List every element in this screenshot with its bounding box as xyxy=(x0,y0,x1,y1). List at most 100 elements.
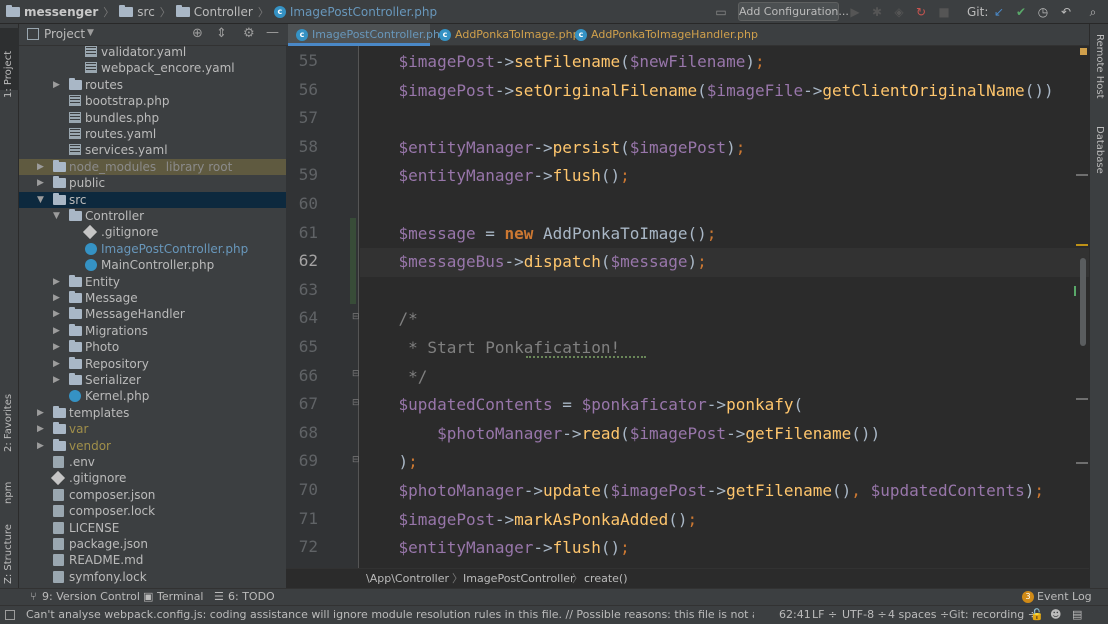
tree-item[interactable]: services.yaml xyxy=(19,142,286,158)
breadcrumb-item-src[interactable]: src xyxy=(137,5,155,19)
chevron-down-icon[interactable]: ▼ xyxy=(87,28,94,38)
coverage-icon[interactable]: ◈ xyxy=(892,5,906,19)
indent-setting[interactable]: 4 spaces ÷ xyxy=(888,606,949,624)
chevron-right-icon[interactable]: ▶ xyxy=(37,405,47,421)
git-update-icon[interactable]: ↙ xyxy=(992,5,1006,19)
tab-todo[interactable]: 6: TODO xyxy=(228,589,275,605)
tree-item[interactable]: .gitignore xyxy=(19,470,286,486)
inspector-icon[interactable]: ☻ xyxy=(1050,606,1061,624)
tree-item[interactable]: ▶ node_modules library root xyxy=(19,158,286,176)
breadcrumb-item-file[interactable]: ImagePostController.php xyxy=(290,5,437,19)
tree-item[interactable]: ▶ templates xyxy=(19,405,286,421)
code-line[interactable]: */ xyxy=(360,363,1089,392)
gear-icon[interactable]: ⚙ xyxy=(243,26,255,41)
line-separator[interactable]: LF ÷ xyxy=(812,606,837,624)
chevron-right-icon[interactable]: ▶ xyxy=(37,175,47,191)
caret-position[interactable]: 62:41 xyxy=(779,606,811,624)
code-editor[interactable]: $imagePost->setFilename($newFilename); $… xyxy=(360,46,1089,568)
tree-item[interactable]: ▶ MessageHandler xyxy=(19,306,286,322)
window-icon[interactable]: ▭ xyxy=(714,5,728,19)
error-stripe-mark[interactable] xyxy=(1076,462,1088,464)
tree-item[interactable]: ▼ src xyxy=(19,191,286,208)
hide-icon[interactable]: — xyxy=(266,25,279,40)
toggle-tool-windows-icon[interactable] xyxy=(5,610,15,620)
fold-icon[interactable]: ⊟ xyxy=(352,455,360,465)
tree-item[interactable]: .env xyxy=(19,454,286,470)
tree-item[interactable]: ▶ var xyxy=(19,421,286,437)
code-line[interactable] xyxy=(360,277,1089,306)
code-line[interactable]: * Start Ponkafication! xyxy=(360,334,1089,363)
tree-item[interactable]: ImagePostController.php xyxy=(19,241,286,257)
code-line[interactable]: ); xyxy=(360,448,1089,477)
tree-item[interactable]: ▶ vendor xyxy=(19,438,286,454)
breadcrumb-item-project[interactable]: messenger xyxy=(24,5,98,19)
error-stripe-mark[interactable] xyxy=(1076,174,1088,176)
tab-terminal[interactable]: Terminal xyxy=(157,589,204,605)
rerun-icon[interactable]: ↻ xyxy=(914,5,928,19)
error-stripe-mark[interactable] xyxy=(1076,244,1088,246)
code-line[interactable]: $message = new AddPonkaToImage(); xyxy=(360,220,1089,249)
chevron-right-icon[interactable]: ▶ xyxy=(53,306,63,322)
tree-item[interactable]: LICENSE xyxy=(19,520,286,536)
code-line[interactable]: $entityManager->persist($imagePost); xyxy=(360,134,1089,163)
stop-icon[interactable]: ■ xyxy=(937,5,951,19)
tab-image-post-controller[interactable]: c ImagePostController.php xyxy=(288,24,447,46)
memory-icon[interactable]: ▤ xyxy=(1072,606,1082,624)
tree-item[interactable]: ▶ routes xyxy=(19,77,286,93)
tree-item[interactable]: Kernel.php xyxy=(19,388,286,404)
tree-item[interactable]: ▶ Repository xyxy=(19,356,286,372)
chevron-right-icon[interactable]: ▶ xyxy=(53,339,63,355)
crumb-namespace[interactable]: \App\Controller xyxy=(366,569,449,588)
debug-icon[interactable]: ✱ xyxy=(870,5,884,19)
fold-icon[interactable]: ⊟ xyxy=(352,312,360,322)
tree-item[interactable]: MainController.php xyxy=(19,257,286,273)
tree-item[interactable]: validator.yaml xyxy=(19,46,286,60)
chevron-right-icon[interactable]: ▶ xyxy=(53,290,63,306)
crumb-class[interactable]: ImagePostController xyxy=(463,569,575,588)
tree-item[interactable]: routes.yaml xyxy=(19,126,286,142)
code-line[interactable]: $imagePost->setOriginalFilename($imageFi… xyxy=(360,77,1089,106)
tree-item[interactable]: ▼ Controller xyxy=(19,208,286,224)
code-line[interactable]: $entityManager->flush(); xyxy=(360,162,1089,191)
code-line[interactable]: $imagePost->setFilename($newFilename); xyxy=(360,48,1089,77)
add-configuration-button[interactable]: Add Configuration... xyxy=(738,2,849,21)
chevron-right-icon[interactable]: ▶ xyxy=(53,356,63,372)
tab-add-ponka-to-image-handler[interactable]: c AddPonkaToImageHandler.php xyxy=(567,24,758,46)
code-line[interactable] xyxy=(360,191,1089,220)
collapse-all-icon[interactable]: ⇕ xyxy=(216,26,227,41)
chevron-right-icon[interactable]: ▶ xyxy=(37,421,47,437)
chevron-down-icon[interactable]: ▼ xyxy=(53,208,63,224)
change-stripe-mark[interactable] xyxy=(1074,286,1076,296)
fold-icon[interactable]: ⊟ xyxy=(352,369,360,379)
error-stripe-mark[interactable] xyxy=(1076,398,1088,400)
chevron-right-icon[interactable]: ▶ xyxy=(53,372,63,388)
change-marker[interactable] xyxy=(350,218,356,304)
run-icon[interactable]: ▶ xyxy=(848,5,862,19)
tree-item[interactable]: webpack_encore.yaml xyxy=(19,60,286,76)
code-line[interactable]: $imagePost->markAsPonkaAdded(); xyxy=(360,506,1089,535)
chevron-down-icon[interactable]: ▼ xyxy=(37,192,47,208)
tab-version-control[interactable]: 9: Version Control xyxy=(42,589,140,605)
rollback-icon[interactable]: ↶ xyxy=(1059,5,1073,19)
tree-item[interactable]: bootstrap.php xyxy=(19,93,286,109)
code-line[interactable]: $updatedContents = $ponkaficator->ponkaf… xyxy=(360,391,1089,420)
tree-item[interactable]: package.json xyxy=(19,536,286,552)
code-line[interactable]: /* xyxy=(360,305,1089,334)
tree-item[interactable]: ▶ Photo xyxy=(19,339,286,355)
chevron-right-icon[interactable]: ▶ xyxy=(37,159,47,175)
git-commit-icon[interactable]: ✔ xyxy=(1014,5,1028,19)
project-view-selector[interactable]: Project xyxy=(44,27,85,41)
breadcrumb-item-controller[interactable]: Controller xyxy=(194,5,253,19)
status-message[interactable]: Can't analyse webpack.config.js: coding … xyxy=(26,606,754,624)
tab-add-ponka-to-image[interactable]: c AddPonkaToImage.php xyxy=(431,24,580,46)
git-branch[interactable]: Git: recording ÷ xyxy=(949,606,1037,624)
tree-item[interactable]: composer.lock xyxy=(19,503,286,519)
code-line[interactable]: $photoManager->read($imagePost->getFilen… xyxy=(360,420,1089,449)
code-line[interactable]: $photoManager->update($imagePost->getFil… xyxy=(360,477,1089,506)
tree-item[interactable]: ▶ public xyxy=(19,175,286,191)
chevron-right-icon[interactable]: ▶ xyxy=(53,323,63,339)
chevron-right-icon[interactable]: ▶ xyxy=(37,438,47,454)
line-number-gutter[interactable]: 55 56 57 58 59 60 61 62 63 64 65 66 67 68 69 70 71 72 xyxy=(286,46,359,568)
fold-icon[interactable]: ⊟ xyxy=(352,398,360,408)
crumb-method[interactable]: create() xyxy=(584,569,628,588)
